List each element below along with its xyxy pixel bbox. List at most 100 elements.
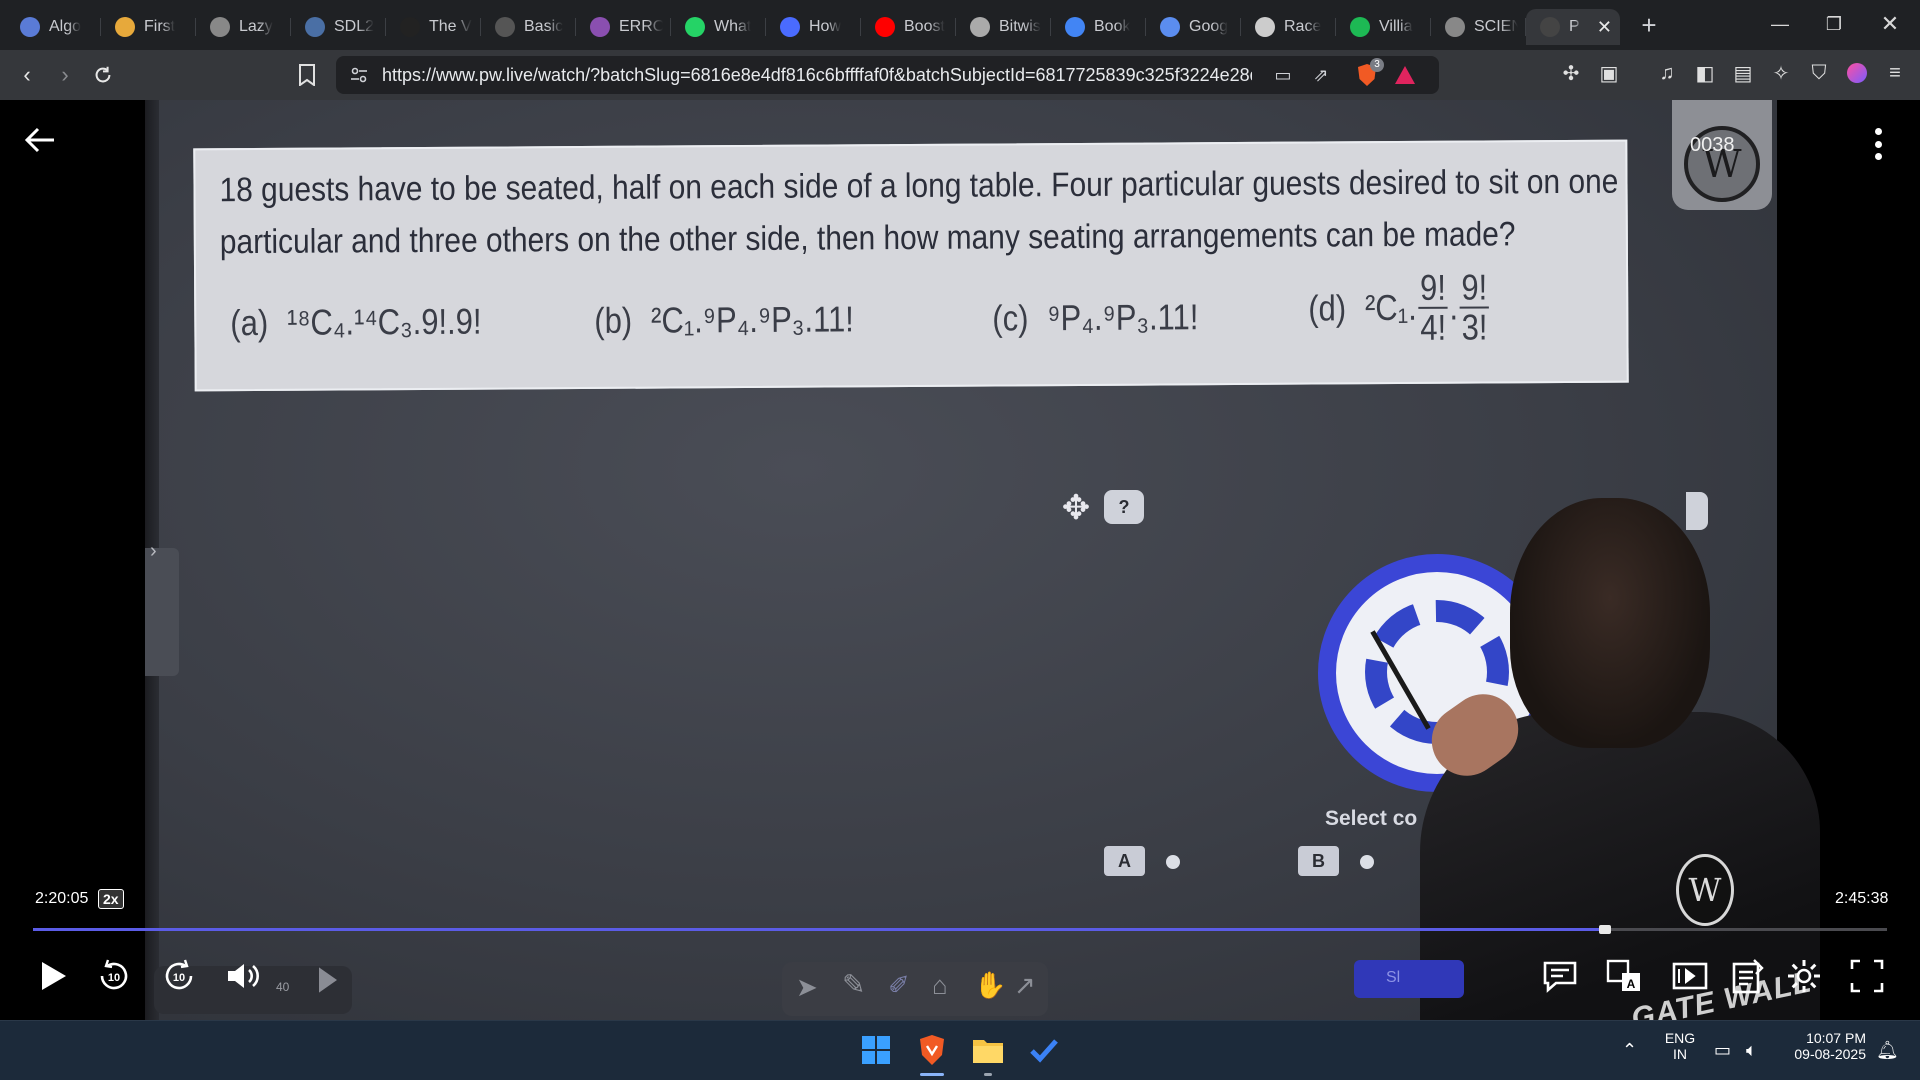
submit-button[interactable]: Sl <box>1354 960 1464 998</box>
progress-knob[interactable] <box>1599 925 1611 934</box>
hand-tool-icon[interactable]: ✋ <box>974 970 1006 1001</box>
choice-b-button[interactable]: B <box>1298 846 1339 876</box>
back-arrow-icon[interactable] <box>22 122 62 162</box>
browser-tab[interactable]: Race <box>1241 9 1336 45</box>
sidebar-icon[interactable]: ◧ <box>1690 58 1720 88</box>
restore-icon[interactable]: ❐ <box>1806 0 1862 48</box>
play-icon[interactable] <box>28 952 76 1000</box>
rewind-10-icon[interactable]: 10 <box>90 952 138 1000</box>
browser-tab[interactable]: ERRO <box>576 9 671 45</box>
option-c: (c) ⁹P₄.⁹P₃.11! <box>992 296 1198 339</box>
browser-tab[interactable]: The V <box>386 9 481 45</box>
choice-b-radio[interactable] <box>1360 855 1374 869</box>
cursor-tool-icon[interactable]: ➤ <box>796 972 818 1003</box>
new-tab-button[interactable]: + <box>1626 7 1672 43</box>
picture-in-picture-icon[interactable] <box>1666 952 1714 1000</box>
file-explorer-icon[interactable] <box>968 1030 1008 1076</box>
windows-start-icon[interactable] <box>856 1030 896 1070</box>
video-player[interactable]: › W 0038 18 guests have to be seated, ha… <box>0 100 1920 1020</box>
back-icon[interactable]: ‹ <box>10 58 44 92</box>
forward-10-icon[interactable]: 10 <box>155 952 203 1000</box>
side-panel-handle[interactable] <box>145 548 179 676</box>
browser-tab[interactable]: SDL2 <box>291 9 386 45</box>
move-icon[interactable]: ✥ <box>1058 490 1094 526</box>
svg-text:10: 10 <box>108 972 120 984</box>
fullscreen-icon[interactable] <box>1843 952 1891 1000</box>
option-b: (b) ²C₁.⁹P₄.⁹P₃.11! <box>594 298 854 342</box>
browser-tab[interactable]: First <box>101 9 196 45</box>
next-icon[interactable] <box>310 962 346 998</box>
browser-tab[interactable]: How <box>766 9 861 45</box>
arrow-tool-icon[interactable]: ↗ <box>1014 970 1036 1001</box>
notes-icon[interactable] <box>1724 952 1772 1000</box>
browser-tab[interactable]: Lazy <box>196 9 291 45</box>
tab-label: Lazy <box>239 18 273 35</box>
chat-bubble-icon[interactable] <box>1686 492 1708 530</box>
profile-avatar[interactable] <box>1842 58 1872 88</box>
browser-tab[interactable]: Goog <box>1146 9 1241 45</box>
browser-tab[interactable]: Basic <box>481 9 576 45</box>
browser-tab[interactable]: Book <box>1051 9 1146 45</box>
fraction-numerator: 9! <box>1418 266 1448 309</box>
tab-label: The V <box>429 18 472 35</box>
browser-tab[interactable]: Boost <box>861 9 956 45</box>
reload-icon[interactable] <box>86 58 120 92</box>
reader-mode-icon[interactable]: ▣ <box>1594 58 1624 88</box>
translate-icon[interactable]: A <box>1600 952 1648 1000</box>
choice-a-button[interactable]: A <box>1104 846 1145 876</box>
forward-icon[interactable]: › <box>48 58 82 92</box>
progress-bar[interactable] <box>33 925 1887 934</box>
settings-icon[interactable] <box>1780 952 1828 1000</box>
notification-bell-icon[interactable]: 🔔︎ <box>1876 1040 1899 1061</box>
todo-icon[interactable] <box>1024 1030 1064 1070</box>
brave-rewards-icon[interactable] <box>1392 62 1418 88</box>
highlighter-icon[interactable]: ✐ <box>888 970 910 1001</box>
bookmark-icon[interactable] <box>290 58 324 92</box>
fraction-numerator: 9! <box>1459 266 1490 309</box>
chat-icon[interactable] <box>1536 952 1584 1000</box>
browser-tab[interactable]: Bitwis <box>956 9 1051 45</box>
address-bar[interactable]: https://www.pw.live/watch/?batchSlug=681… <box>336 56 1439 94</box>
algo-icon <box>20 17 40 37</box>
browser-tab[interactable]: SCIEN <box>1431 9 1526 45</box>
eraser-icon[interactable]: ⌂ <box>932 970 948 1001</box>
pen-tool-icon[interactable]: ✎ <box>842 968 865 1001</box>
network-icon[interactable]: ▭ <box>1714 1040 1731 1061</box>
language-indicator[interactable]: ENG IN <box>1660 1030 1700 1062</box>
minimize-icon[interactable]: — <box>1752 0 1808 48</box>
youtube-icon <box>875 17 895 37</box>
option-label: (c) <box>992 297 1029 339</box>
cast-icon[interactable]: ▭ <box>1270 62 1296 88</box>
site-settings-icon[interactable] <box>346 62 372 88</box>
vpn-icon[interactable]: ⛉ <box>1804 58 1834 88</box>
close-tab-icon[interactable]: ✕ <box>1597 17 1612 38</box>
menu-icon[interactable]: ≡ <box>1880 58 1910 88</box>
fraction-denominator: 3! <box>1461 306 1488 348</box>
help-bubble[interactable]: ? <box>1104 490 1144 524</box>
brave-browser-icon[interactable] <box>912 1030 952 1076</box>
playback-speed[interactable]: 2x <box>98 889 124 909</box>
close-window-icon[interactable]: ✕ <box>1862 0 1918 48</box>
more-options-icon[interactable] <box>1866 124 1890 164</box>
media-icon[interactable]: ♫ <box>1652 58 1682 88</box>
share-icon[interactable]: ⇗ <box>1308 62 1334 88</box>
leo-ai-icon[interactable]: ✧ <box>1766 58 1796 88</box>
extensions-icon[interactable]: ✣ <box>1556 58 1586 88</box>
gemini-icon <box>1160 17 1180 37</box>
clock[interactable]: 10:07 PM 09-08-2025 <box>1778 1030 1866 1062</box>
url-text[interactable]: https://www.pw.live/watch/?batchSlug=681… <box>382 65 1252 86</box>
current-time: 2:20:05 <box>35 890 89 907</box>
choice-a-radio[interactable] <box>1166 855 1180 869</box>
tab-label: How <box>809 18 842 35</box>
chevron-up-icon[interactable]: ⌃ <box>1622 1040 1637 1061</box>
svg-text:10: 10 <box>173 972 185 984</box>
wallet-icon[interactable]: ▤ <box>1728 58 1758 88</box>
navigation-bar: ‹ › https://www.pw.live/watch/?batchSlug… <box>0 50 1920 100</box>
browser-tab[interactable]: Algo <box>6 9 101 45</box>
browser-tab[interactable]: P ✕ <box>1526 9 1620 45</box>
browser-tab[interactable]: What <box>671 9 766 45</box>
browser-tab[interactable]: Villia <box>1336 9 1431 45</box>
speaker-icon[interactable]: 🔈︎ <box>1746 1040 1757 1061</box>
chevron-right-icon[interactable]: › <box>150 540 157 563</box>
volume-icon[interactable] <box>218 952 266 1000</box>
